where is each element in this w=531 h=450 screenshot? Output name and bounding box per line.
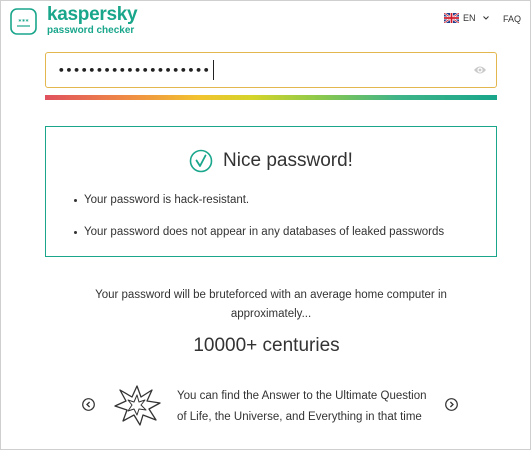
bruteforce-text: Your password will be bruteforced with a… bbox=[95, 289, 447, 320]
burst-icon bbox=[114, 385, 161, 426]
kaspersky-logo-icon: *** bbox=[10, 8, 37, 35]
svg-text:***: *** bbox=[18, 19, 29, 26]
brand-subtitle: password checker bbox=[47, 25, 135, 36]
check-circle-icon bbox=[189, 149, 213, 173]
result-bullet: Your password is hack-resistant. bbox=[74, 193, 444, 208]
password-input[interactable]: •••••••••••••••••••• bbox=[45, 52, 497, 88]
text-caret bbox=[213, 60, 215, 80]
result-title: Nice password! bbox=[223, 150, 353, 171]
result-bullet: Your password does not appear in any dat… bbox=[74, 225, 444, 240]
eye-icon[interactable] bbox=[473, 64, 487, 76]
arrow-right-icon[interactable] bbox=[445, 398, 458, 411]
language-selector[interactable]: EN bbox=[444, 13, 489, 23]
brand[interactable]: kaspersky password checker bbox=[47, 4, 138, 37]
arrow-left-icon[interactable] bbox=[82, 398, 95, 411]
page-frame: *** kaspersky password checker EN FAQ ••… bbox=[0, 0, 531, 450]
result-header: Nice password! bbox=[46, 149, 496, 173]
strength-meter bbox=[45, 95, 497, 100]
faq-link[interactable]: FAQ bbox=[503, 14, 521, 24]
bruteforce-duration: 10000+ centuries bbox=[193, 335, 340, 356]
result-panel: Nice password! Your password is hack-res… bbox=[45, 126, 497, 257]
language-label: EN bbox=[463, 13, 476, 23]
password-masked-value: •••••••••••••••••••• bbox=[58, 63, 211, 77]
brand-name: kaspersky bbox=[47, 4, 138, 25]
fact-text: You can find the Answer to the Ultimate … bbox=[177, 390, 427, 423]
uk-flag-icon bbox=[444, 13, 459, 23]
result-bullets: Your password is hack-resistant. Your pa… bbox=[74, 193, 444, 240]
chevron-down-icon bbox=[482, 16, 489, 20]
